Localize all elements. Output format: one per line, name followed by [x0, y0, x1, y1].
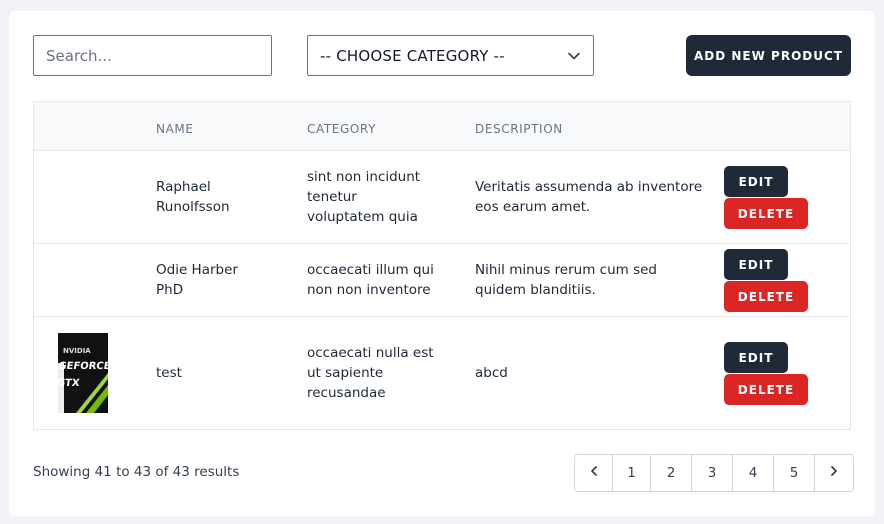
pagination-page-4[interactable]: 4: [733, 455, 774, 491]
category-select[interactable]: -- CHOOSE CATEGORY --: [307, 35, 594, 76]
products-table: NAME CATEGORY DESCRIPTION Raphael Runolf…: [33, 101, 851, 430]
table-row: Odie Harber PhD occaecati illum qui non …: [34, 244, 850, 317]
product-name: Odie Harber PhD: [156, 262, 238, 298]
chevron-down-icon: [567, 49, 581, 63]
pagination-page-1[interactable]: 1: [613, 455, 651, 491]
column-header-description: DESCRIPTION: [475, 122, 563, 136]
column-header-name: NAME: [156, 122, 194, 136]
pagination-page-5[interactable]: 5: [774, 455, 815, 491]
product-name: test: [156, 365, 182, 381]
category-select-value: -- CHOOSE CATEGORY --: [320, 46, 505, 65]
results-summary: Showing 41 to 43 of 43 results: [33, 464, 240, 480]
table-row: Raphael Runolfsson sint non incidunt ten…: [34, 151, 850, 244]
column-header-category: CATEGORY: [307, 122, 377, 136]
product-category: occaecati illum qui non non inventore: [307, 262, 434, 298]
pagination-prev-button[interactable]: [575, 455, 613, 491]
product-image-line1: GEFORCE: [58, 361, 108, 372]
edit-button[interactable]: EDIT: [724, 249, 788, 280]
edit-button[interactable]: EDIT: [724, 342, 788, 373]
product-description: Veritatis assumenda ab inventore eos ear…: [475, 179, 703, 215]
chevron-right-icon: [828, 465, 840, 481]
pagination-next-button[interactable]: [815, 455, 853, 491]
pagination-page-2[interactable]: 2: [651, 455, 692, 491]
delete-button[interactable]: DELETE: [724, 198, 808, 229]
product-category: sint non incidunt tenetur voluptatem qui…: [307, 169, 421, 225]
search-input[interactable]: [33, 35, 272, 76]
pagination: 1 2 3 4 5: [574, 454, 854, 492]
delete-button[interactable]: DELETE: [724, 281, 808, 312]
product-description: abcd: [475, 365, 508, 381]
table-header: NAME CATEGORY DESCRIPTION: [34, 102, 850, 151]
product-image-line2: GTX: [58, 378, 80, 389]
chevron-left-icon: [588, 465, 600, 481]
pagination-page-3[interactable]: 3: [692, 455, 733, 491]
product-image-brand: NVIDIA: [63, 347, 91, 355]
table-row: NVIDIA GEFORCE GTX test occaecati nulla …: [34, 317, 850, 429]
product-image: NVIDIA GEFORCE GTX: [58, 333, 108, 413]
product-description: Nihil minus rerum cum sed quidem blandit…: [475, 262, 657, 298]
product-name: Raphael Runolfsson: [156, 179, 230, 215]
product-category: occaecati nulla est ut sapiente recusand…: [307, 345, 434, 401]
add-new-product-button[interactable]: ADD NEW PRODUCT: [686, 35, 851, 76]
delete-button[interactable]: DELETE: [724, 374, 808, 405]
edit-button[interactable]: EDIT: [724, 166, 788, 197]
